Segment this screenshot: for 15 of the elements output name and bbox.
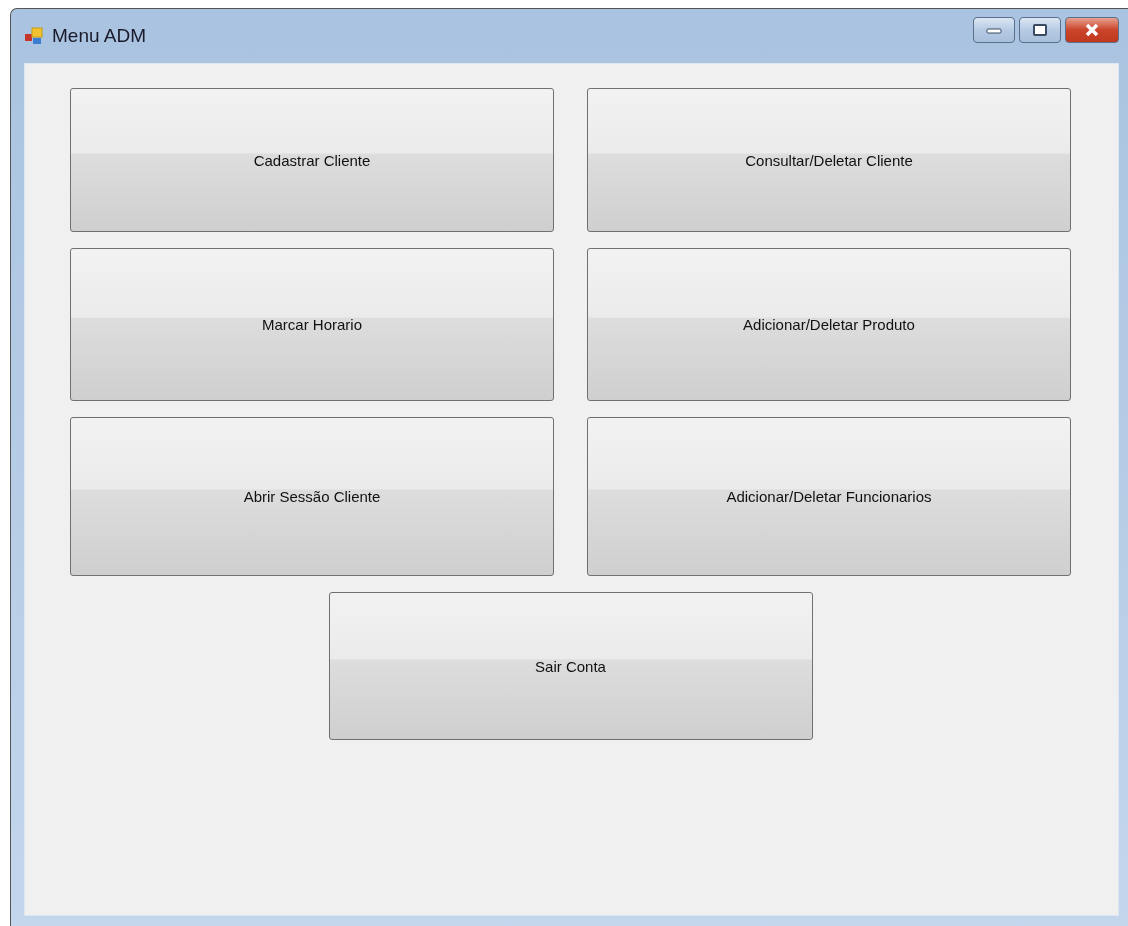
menu-button[interactable]: Abrir Sessão Cliente <box>70 417 554 576</box>
window-title: Menu ADM <box>52 25 146 47</box>
minimize-icon <box>986 26 1002 34</box>
close-icon <box>1084 23 1100 37</box>
app-icon <box>24 25 46 47</box>
minimize-button[interactable] <box>973 17 1015 43</box>
maximize-icon <box>1032 24 1048 36</box>
maximize-button[interactable] <box>1019 17 1061 43</box>
menu-button[interactable]: Consultar/Deletar Cliente <box>587 88 1071 232</box>
menu-button[interactable]: Marcar Horario <box>70 248 554 401</box>
menu-button[interactable]: Adicionar/Deletar Produto <box>587 248 1071 401</box>
menu-button[interactable]: Cadastrar Cliente <box>70 88 554 232</box>
menu-button[interactable]: Adicionar/Deletar Funcionarios <box>587 417 1071 576</box>
close-button[interactable] <box>1065 17 1119 43</box>
menu-button[interactable]: Sair Conta <box>328 592 813 740</box>
